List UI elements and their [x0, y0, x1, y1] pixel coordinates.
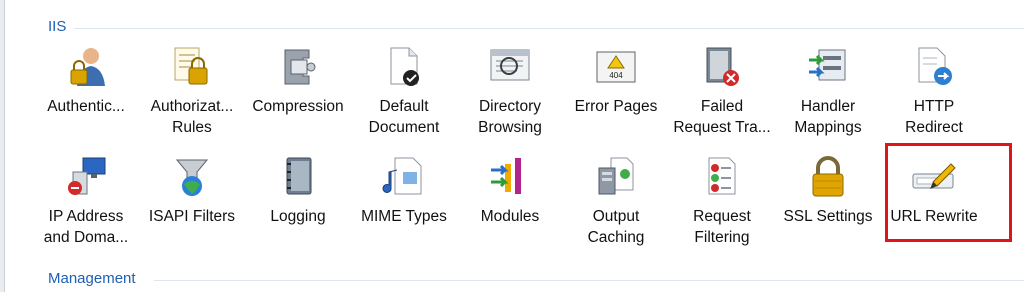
handler-mappings-icon	[809, 49, 846, 81]
section-header-iis: IIS	[36, 18, 1024, 38]
section-divider	[74, 28, 1024, 29]
mime-types-icon	[382, 157, 422, 195]
failed-request-tracing-icon	[706, 47, 739, 86]
feature-default-document[interactable]: Default Document	[352, 44, 456, 138]
modules-icon	[491, 158, 521, 194]
section-header-management: Management	[36, 270, 1024, 290]
ip-restrictions-icon	[68, 157, 106, 195]
feature-request-filtering[interactable]: Request Filtering	[670, 154, 774, 248]
feature-authorization-rules[interactable]: Authorizat... Rules	[140, 44, 244, 138]
logging-notebook-icon	[286, 157, 312, 195]
request-filtering-icon	[708, 157, 736, 195]
section-divider	[154, 280, 1024, 281]
padlock-icon	[812, 156, 844, 197]
feature-handler-mappings[interactable]: Handler Mappings	[776, 44, 880, 138]
feature-ssl-settings[interactable]: SSL Settings	[776, 154, 880, 227]
user-lock-icon	[70, 48, 105, 86]
feature-logging[interactable]: Logging	[246, 154, 350, 227]
isapi-filters-icon	[175, 159, 209, 196]
feature-isapi-filters[interactable]: ISAPI Filters	[140, 154, 244, 227]
section-title-management: Management	[48, 270, 136, 287]
compression-clamp-icon	[284, 49, 316, 85]
error-404-icon: 404	[596, 51, 636, 83]
http-redirect-icon	[918, 47, 952, 85]
section-title-iis: IIS	[48, 18, 67, 35]
feature-ip-address-and-domain[interactable]: IP Address and Doma...	[34, 154, 138, 248]
feature-compression[interactable]: Compression	[246, 44, 350, 117]
url-rewrite-highlight-box	[885, 143, 1012, 242]
feature-output-caching[interactable]: Output Caching	[564, 154, 668, 248]
feature-http-redirect[interactable]: HTTP Redirect	[882, 44, 986, 138]
directory-browsing-icon	[490, 49, 530, 81]
feature-failed-request-tracing[interactable]: Failed Request Tra...	[670, 44, 774, 138]
window-left-edge	[0, 0, 5, 292]
feature-directory-browsing[interactable]: Directory Browsing	[458, 44, 562, 138]
feature-mime-types[interactable]: MIME Types	[352, 154, 456, 227]
output-caching-icon	[598, 157, 634, 195]
svg-text:404: 404	[609, 71, 623, 80]
feature-error-pages[interactable]: 404 Error Pages	[564, 44, 668, 117]
feature-modules[interactable]: Modules	[458, 154, 562, 227]
default-document-icon	[390, 47, 419, 86]
authorization-rules-icon	[174, 47, 208, 85]
feature-authentication[interactable]: Authentic...	[34, 44, 138, 117]
